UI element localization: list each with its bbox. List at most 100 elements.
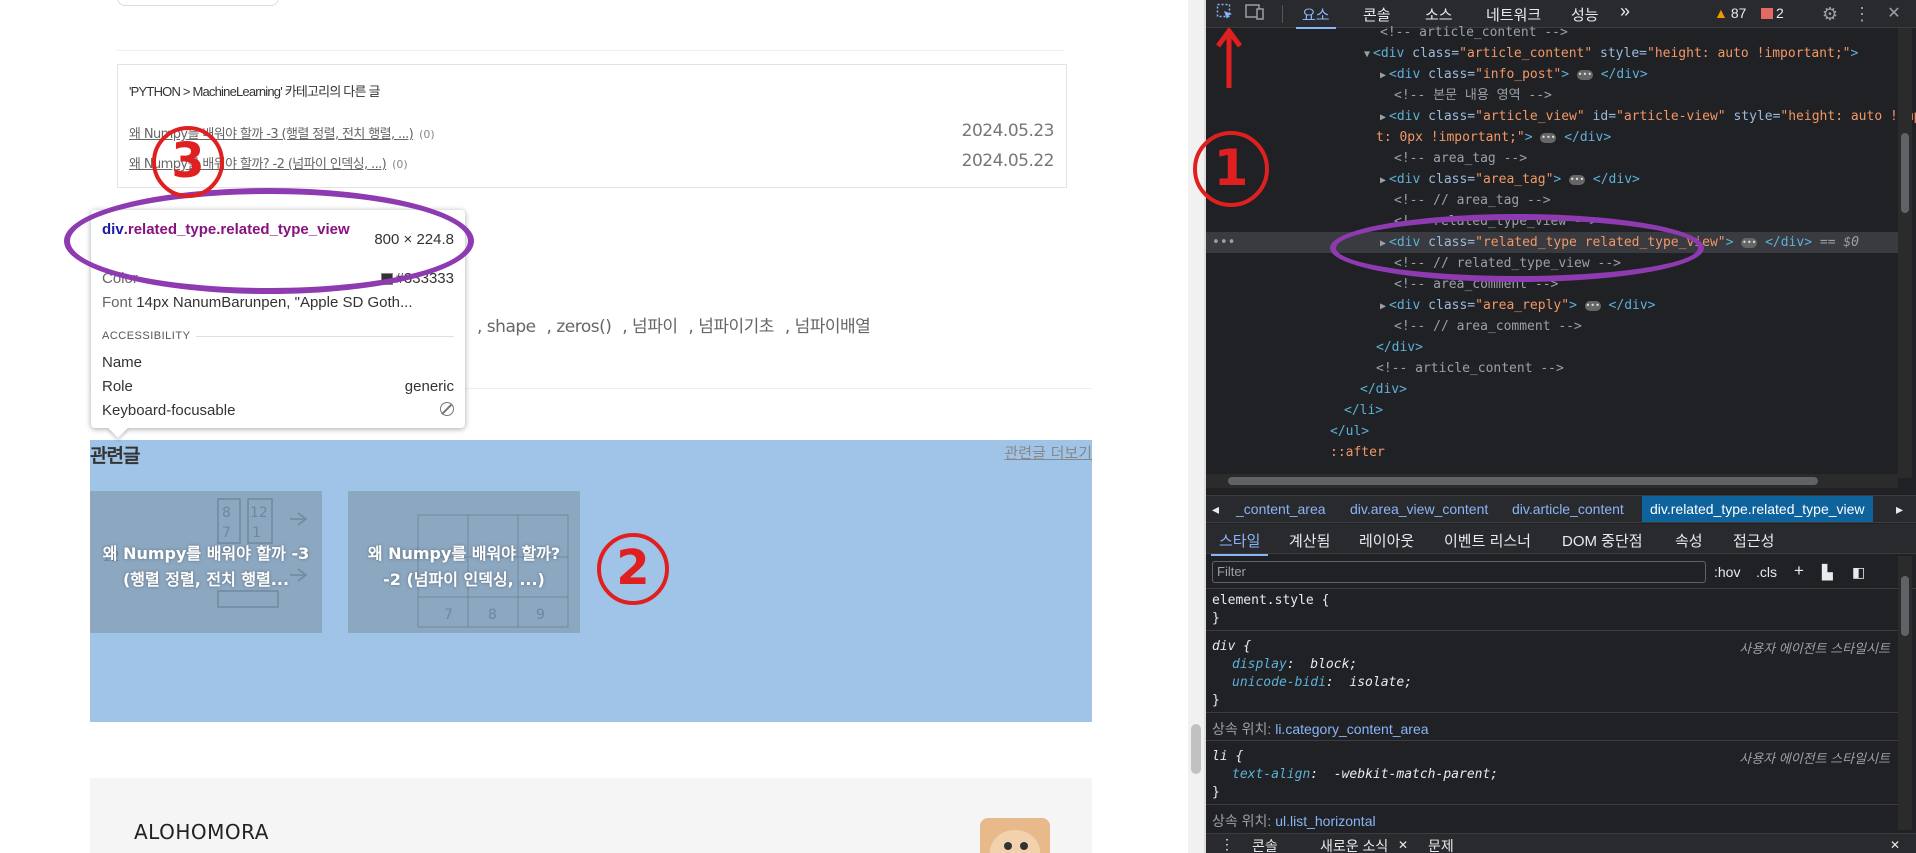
annotation-number-2: 2 — [597, 533, 669, 605]
subtab-properties[interactable]: 속성 — [1675, 530, 1703, 551]
dom-node[interactable]: <!-- area_tag --> — [1394, 148, 1527, 169]
subtab-styles[interactable]: 스타일 — [1210, 530, 1269, 556]
divider — [117, 50, 1065, 51]
dom-node[interactable]: ::after — [1330, 442, 1385, 463]
rule-selector[interactable]: li { — [1212, 748, 1243, 766]
annotation-ring — [64, 188, 474, 294]
filter-input[interactable]: Filter — [1212, 561, 1706, 583]
dom-node[interactable]: ▶ <div class="article_view" id="article-v… — [1380, 106, 1916, 127]
hov-toggle[interactable]: :hov — [1714, 564, 1740, 580]
dom-node[interactable]: </div> — [1360, 379, 1407, 400]
dom-node[interactable]: <!-- article_content --> — [1376, 358, 1564, 379]
errors-badge[interactable]: 2 — [1761, 5, 1784, 21]
dom-node[interactable]: ▶ <div class="info_post"> ••• </div> — [1380, 64, 1648, 85]
rule-close: } — [1212, 785, 1220, 800]
close-icon[interactable]: ✕ — [1398, 838, 1408, 852]
related-card[interactable]: 8 12 7 1 12 왜 Numpy를 배워야 할까 -3 (행렬 정렬, 전치 행렬… — [90, 491, 322, 633]
subtab-computed[interactable]: 계산됨 — [1289, 530, 1330, 551]
subtab-accessibility[interactable]: 접근성 — [1733, 530, 1774, 551]
top-pill-button[interactable] — [117, 0, 279, 6]
comment-count: (0) — [419, 128, 435, 141]
settings-gear-icon[interactable]: ⚙ — [1819, 3, 1841, 25]
add-rule-icon[interactable]: + — [1794, 561, 1804, 581]
dom-node[interactable]: <!-- 본문 내용 영역 --> — [1394, 85, 1552, 106]
dom-node[interactable]: </li> — [1344, 400, 1383, 421]
breadcrumb-item[interactable]: div.article_content — [1512, 501, 1624, 517]
post-date: 2024.05.23 — [961, 121, 1055, 141]
css-declaration[interactable]: text-align: -webkit-match-parent; — [1232, 766, 1498, 784]
related-more-link[interactable]: 관련글 더보기 — [1004, 442, 1092, 463]
category-post-row[interactable]: 왜 Numpy를 배워야 할까 -3 (행렬 정렬, 전치 행렬, ...) (0… — [129, 121, 1055, 143]
tooltip-role-row: Role generic — [102, 378, 454, 398]
cls-toggle[interactable]: .cls — [1756, 564, 1777, 580]
dom-node[interactable]: t: 0px !important;"> ••• </div> — [1376, 127, 1611, 148]
crumb-right-arrow-icon[interactable]: ▸ — [1896, 501, 1903, 518]
dom-node[interactable]: <!-- // area_comment --> — [1394, 316, 1582, 337]
paint-brush-icon[interactable]: ▙ — [1822, 564, 1833, 581]
annotation-ring — [1330, 214, 1704, 282]
styles-subtabs: 스타일 계산됨 레이아웃 이벤트 리스너 DOM 중단점 속성 접근성 — [1206, 524, 1916, 556]
css-declaration[interactable]: unicode-bidi: isolate; — [1232, 674, 1412, 692]
dom-node[interactable]: </ul> — [1330, 421, 1369, 442]
subtab-layout[interactable]: 레이아웃 — [1359, 530, 1414, 551]
screen: 'PYTHON > MachineLearning' 카테고리의 다른 글 왜 … — [0, 0, 1916, 853]
dom-node[interactable]: <!-- // area_tag --> — [1394, 190, 1551, 211]
warnings-badge[interactable]: ▲ 87 — [1714, 5, 1746, 21]
tag-link[interactable]: , shape — [477, 317, 536, 337]
breadcrumb-item[interactable]: _content_area — [1236, 501, 1326, 517]
drawer-menu-icon[interactable]: ⋮ — [1220, 836, 1234, 853]
svg-text:7: 7 — [222, 525, 231, 541]
related-card[interactable]: 7 8 9 왜 Numpy를 배워야 할까? -2 (넘파이 인덱싱, ...) — [348, 491, 580, 633]
tooltip-font-row: Font 14px NanumBarunpen, "Apple SD Goth.… — [102, 294, 454, 314]
drawer-tab-whats-new[interactable]: 새로운 소식 — [1320, 836, 1388, 853]
tag-link[interactable]: , 넘파이 — [622, 317, 678, 337]
dom-node[interactable]: ▼ <div class="article_content" style="hei… — [1364, 43, 1858, 64]
inspect-element-icon[interactable] — [1214, 3, 1236, 25]
related-card-label[interactable]: 왜 Numpy를 배워야 할까? -2 (넘파이 인덱싱, ...) — [358, 541, 570, 593]
annotation-number-3: 3 — [152, 126, 224, 198]
related-card-label[interactable]: 왜 Numpy를 배워야 할까 -3 (행렬 정렬, 전치 행렬... — [100, 541, 312, 593]
blog-name[interactable]: ALOHOMORA — [134, 820, 269, 844]
elements-hscroll[interactable] — [1206, 474, 1898, 488]
more-tabs-icon[interactable]: » — [1620, 1, 1630, 22]
rule-selector[interactable]: div { — [1212, 638, 1251, 656]
crumb-left-arrow-icon[interactable]: ◂ — [1212, 501, 1219, 518]
drawer-tab-issues[interactable]: 문제 — [1428, 836, 1454, 853]
close-icon[interactable]: ✕ — [1890, 838, 1900, 852]
inherited-link[interactable]: ul.list_horizontal — [1275, 813, 1375, 829]
styles-scrollbar[interactable] — [1898, 556, 1912, 830]
elements-vscroll[interactable] — [1898, 28, 1912, 478]
dom-node[interactable]: <!-- article_content --> — [1380, 22, 1568, 43]
tooltip-name-row: Name — [102, 354, 454, 374]
inherited-link[interactable]: li.category_content_area — [1275, 721, 1428, 737]
error-icon — [1761, 8, 1773, 19]
tag-link[interactable]: , 넘파이배열 — [785, 317, 871, 337]
drawer-tab-console[interactable]: 콘솔 — [1252, 836, 1278, 853]
dom-node[interactable]: ▶ <div class="area_reply"> ••• </div> — [1380, 295, 1656, 316]
avatar[interactable] — [980, 818, 1050, 853]
device-toolbar-icon[interactable] — [1244, 3, 1266, 25]
tab-elements[interactable]: 요소 — [1296, 4, 1336, 29]
subtab-dom-breakpoints[interactable]: DOM 중단점 — [1562, 530, 1643, 551]
tooltip-role-value: generic — [404, 378, 454, 395]
more-options-icon[interactable]: ⋮ — [1851, 3, 1873, 25]
breadcrumb-item[interactable]: div.area_view_content — [1350, 501, 1488, 517]
tag-link[interactable]: , 넘파이기초 — [688, 317, 774, 337]
subtab-event-listeners[interactable]: 이벤트 리스너 — [1444, 530, 1531, 551]
rule-close: } — [1212, 611, 1220, 626]
dom-node[interactable]: ▶ <div class="area_tag"> ••• </div> — [1380, 169, 1640, 190]
category-post-row[interactable]: 왜 Numpy를 배워야 할까? -2 (넘파이 인덱싱, ...) (0) 20… — [129, 151, 1055, 173]
css-declaration[interactable]: display: block; — [1232, 656, 1357, 674]
dom-node[interactable]: </div> — [1376, 337, 1423, 358]
tab-performance[interactable]: 성능 — [1571, 4, 1599, 25]
rule-selector[interactable]: element.style { — [1212, 592, 1329, 610]
svg-text:9: 9 — [536, 607, 545, 623]
page-scroll-thumb[interactable] — [1191, 724, 1201, 774]
styles-rules: element.style { } div { 사용자 에이전트 스타일시트 d… — [1206, 590, 1898, 830]
sidebar-toggle-icon[interactable]: ◧ — [1852, 564, 1865, 581]
breadcrumb-item-selected[interactable]: div.related_type.related_type_view — [1642, 496, 1873, 522]
rule-source: 사용자 에이전트 스타일시트 — [1739, 641, 1890, 656]
annotation-arrow-icon — [1216, 28, 1242, 88]
tag-link[interactable]: , zeros() — [547, 317, 612, 337]
close-icon[interactable]: ✕ — [1883, 3, 1905, 25]
